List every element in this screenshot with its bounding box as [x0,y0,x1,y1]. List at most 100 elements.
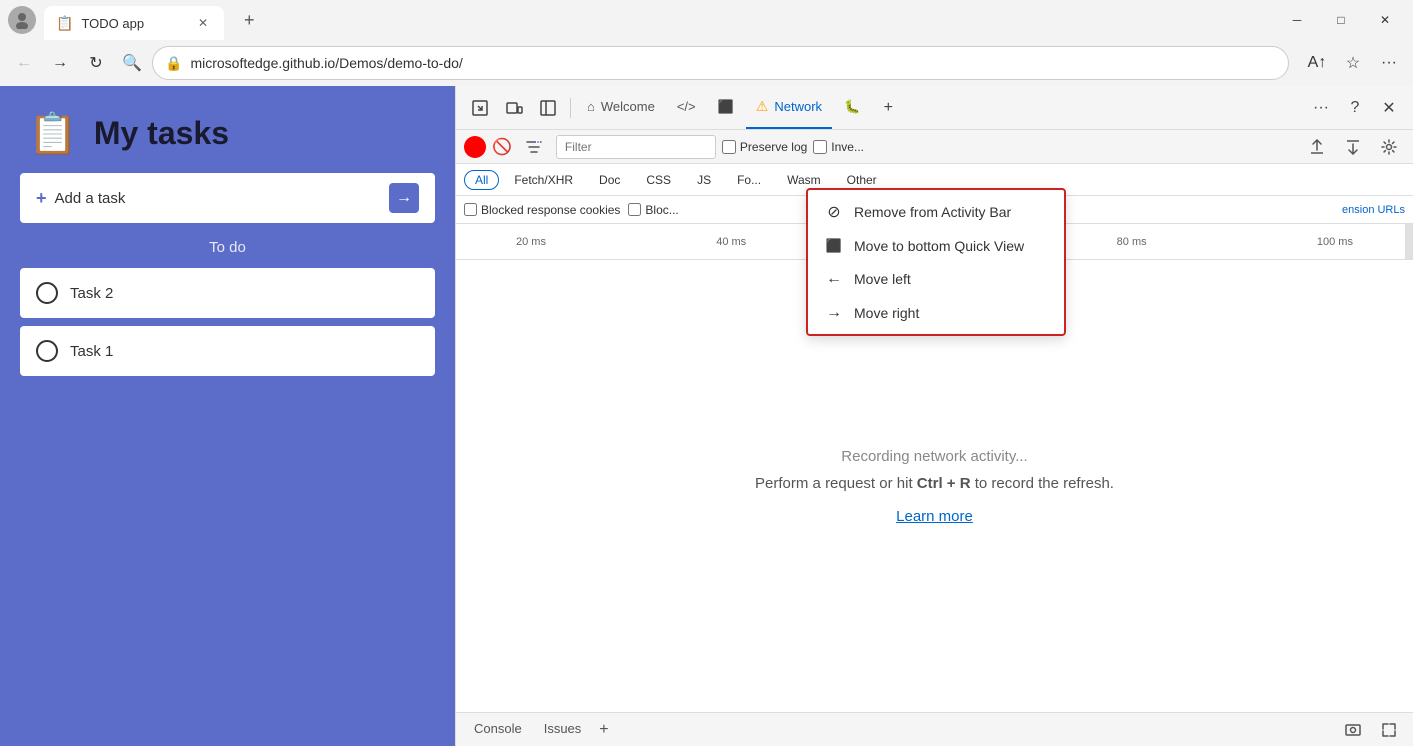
recording-text: Recording network activity... [841,448,1027,465]
preserve-log-checkbox[interactable] [722,140,736,154]
preserve-log-text: Preserve log [740,140,807,154]
devtools-bottom-bar: Console Issues + [456,712,1413,746]
issues-tab[interactable]: Issues [534,717,592,742]
move-right-label: Move right [854,305,919,321]
blocked-requests-option[interactable]: Bloc... [628,203,678,217]
address-text: microsoftedge.github.io/Demos/demo-to-do… [190,55,1276,71]
context-menu-item-remove-activity[interactable]: ⊘ Remove from Activity Bar [808,194,1064,230]
task-item-task1[interactable]: Task 1 [20,326,435,376]
filter-tab-fetch[interactable]: Fetch/XHR [503,170,584,190]
console-icon: ⬛ [718,99,734,115]
nav-right-buttons: A↑ ☆ ··· [1301,47,1405,79]
app-icon: 📋 [28,110,78,157]
device-emulation-button[interactable] [498,92,530,124]
app-header: 📋 My tasks [0,86,455,173]
more-button[interactable]: ··· [1373,47,1405,79]
tab-close-button[interactable]: ✕ [194,14,212,32]
title-bar: 📋 TODO app ✕ + ─ □ ✕ [0,0,1413,40]
read-aloud-button[interactable]: A↑ [1301,47,1333,79]
filter-icon-button[interactable] [518,131,550,163]
record-button[interactable] [464,136,486,158]
filter-input[interactable] [556,135,716,159]
task-text-task1: Task 1 [70,343,113,360]
timeline-label-80ms: 80 ms [1117,236,1147,248]
blocked-requests-checkbox[interactable] [628,203,641,216]
add-tab-button[interactable]: + [872,92,904,124]
recording-sub-text1: Perform a request or hit [755,475,917,492]
timeline-label-100ms: 100 ms [1317,236,1353,248]
sidebar-toggle-button[interactable] [532,92,564,124]
title-bar-left: 📋 TODO app ✕ + [8,0,261,40]
network-warning-icon: ⚠ [756,98,769,115]
task-checkbox-task2[interactable] [36,282,58,304]
blocked-cookies-option[interactable]: Blocked response cookies [464,203,620,217]
filter-tab-js[interactable]: JS [686,170,722,190]
forward-button[interactable]: → [44,47,76,79]
tab-bugs[interactable]: 🐛 [834,86,870,129]
extension-urls-link[interactable]: ension URLs [1342,204,1405,216]
preserve-log-label[interactable]: Preserve log [722,140,807,154]
search-button[interactable]: 🔍 [116,47,148,79]
task-item-task2[interactable]: Task 2 [20,268,435,318]
context-menu-item-move-left[interactable]: ← Move left [808,262,1064,296]
inspect-element-button[interactable] [464,92,496,124]
tab-welcome[interactable]: ⌂ Welcome [577,86,665,129]
clear-button[interactable]: 🚫 [492,137,512,157]
filter-tab-doc[interactable]: Doc [588,170,631,190]
recording-shortcut: Ctrl + R [917,475,971,492]
address-bar[interactable]: 🔒 microsoftedge.github.io/Demos/demo-to-… [152,46,1289,80]
network-download-icon[interactable] [1337,131,1369,163]
console-tab[interactable]: Console [464,717,532,742]
bugs-icon: 🐛 [844,99,860,115]
close-button[interactable]: ✕ [1365,6,1405,34]
devtools-panel: ⌂ Welcome </> ⬛ ⚠ Network 🐛 + ··· [455,86,1413,746]
app-title: My tasks [94,115,229,152]
invert-checkbox[interactable] [813,140,827,154]
filter-tab-wasm[interactable]: Wasm [776,170,832,190]
network-label: Network [774,99,822,114]
maximize-button[interactable]: □ [1321,6,1361,34]
filter-tab-other[interactable]: Other [836,170,888,190]
expand-button[interactable] [1373,714,1405,746]
network-toolbar: 🚫 Preserve log Inve... [456,130,1413,164]
back-button[interactable]: ← [8,47,40,79]
screenshot-button[interactable] [1337,714,1369,746]
learn-more-link[interactable]: Learn more [896,508,973,525]
timeline-scrollbar[interactable] [1405,224,1413,259]
filter-tab-css[interactable]: CSS [635,170,682,190]
blocked-cookies-checkbox[interactable] [464,203,477,216]
tab-console-devtools[interactable]: ⬛ [708,86,744,129]
task-text-task2: Task 2 [70,285,113,302]
new-tab-button[interactable]: + [238,8,261,33]
add-bottom-tab-button[interactable]: + [593,719,614,741]
lock-icon: 🔒 [165,55,182,72]
blocked-requests-text: Bloc... [645,203,678,217]
devtools-close-button[interactable]: ✕ [1373,92,1405,124]
invert-label[interactable]: Inve... [813,140,864,154]
filter-tab-all[interactable]: All [464,170,499,190]
recording-sub: Perform a request or hit Ctrl + R to rec… [755,475,1114,492]
network-upload-icon[interactable] [1301,131,1333,163]
minimize-button[interactable]: ─ [1277,6,1317,34]
devtools-help-button[interactable]: ? [1339,92,1371,124]
refresh-button[interactable]: ↻ [80,47,112,79]
tab-elements[interactable]: </> [667,86,706,129]
add-task-bar[interactable]: + Add a task → [20,173,435,223]
profile-avatar[interactable] [8,6,36,34]
task-checkbox-task1[interactable] [36,340,58,362]
invert-text: Inve... [831,140,864,154]
section-label: To do [0,239,455,256]
filter-tab-font[interactable]: Fo... [726,170,772,190]
context-menu-item-move-bottom[interactable]: ⬛ Move to bottom Quick View [808,230,1064,262]
context-menu-item-move-right[interactable]: → Move right [808,296,1064,330]
devtools-more-button[interactable]: ··· [1305,92,1337,124]
task-list: Task 2 Task 1 [0,268,455,376]
tab-favicon: 📋 [56,15,73,32]
network-settings-icon[interactable] [1373,131,1405,163]
blocked-cookies-text: Blocked response cookies [481,203,620,217]
favorites-button[interactable]: ☆ [1337,47,1369,79]
tab-network[interactable]: ⚠ Network [746,86,832,129]
add-task-submit-button[interactable]: → [389,183,419,213]
browser-tab[interactable]: 📋 TODO app ✕ [44,6,224,40]
move-bottom-icon: ⬛ [824,238,844,254]
